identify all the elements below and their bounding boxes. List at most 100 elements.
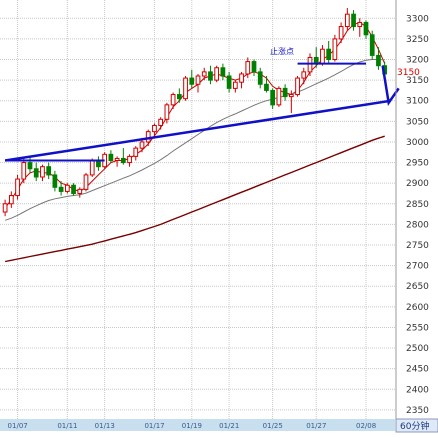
candle <box>220 63 226 81</box>
y-tick-label: 2650 <box>406 282 429 292</box>
candle-body <box>58 186 64 192</box>
candle <box>15 174 20 200</box>
x-tick-label: 01/11 <box>57 422 77 430</box>
candle-body <box>214 67 220 81</box>
y-tick-label: 2750 <box>406 241 429 251</box>
y-tick-label: 3300 <box>406 14 429 24</box>
candle <box>338 22 344 44</box>
y-tick-label: 2950 <box>406 159 429 169</box>
candle <box>214 65 220 83</box>
candle-body <box>164 104 170 120</box>
candle-body <box>176 94 182 100</box>
candle <box>96 156 101 171</box>
candle <box>320 45 325 66</box>
candle-body <box>208 71 213 81</box>
candle-body <box>226 75 232 89</box>
y-tick-label: 3250 <box>406 35 429 45</box>
candle-body <box>295 77 300 96</box>
candle-body <box>282 87 288 98</box>
x-tick-label: 01/07 <box>8 422 28 430</box>
candle-body <box>139 141 145 149</box>
moving-average-mid <box>4 59 385 221</box>
candle <box>251 59 257 77</box>
candle-body <box>307 56 313 73</box>
candle <box>152 123 157 138</box>
candle-body <box>183 77 188 100</box>
candle <box>357 18 363 37</box>
x-axis-tick-labels: 01/07 01/11 01/13 01/17 01/19 01/21 01/25 01/27… <box>8 422 377 430</box>
candle-body <box>89 160 95 176</box>
candle-body <box>357 21 363 28</box>
candle <box>77 187 83 198</box>
candle <box>33 162 39 182</box>
candle-body <box>83 174 89 190</box>
candle <box>71 183 76 196</box>
x-tick-label: 01/17 <box>144 422 164 430</box>
candle <box>232 80 238 93</box>
candle <box>201 67 207 81</box>
candle <box>8 191 14 208</box>
support-trendline <box>4 99 392 162</box>
candle-body <box>33 168 39 178</box>
candle-body <box>276 87 282 106</box>
y-tick-label: 2800 <box>406 220 429 230</box>
candle-body <box>301 71 307 79</box>
candle-body <box>145 131 151 143</box>
annotation-label: 止涨点 <box>270 46 294 56</box>
candle-body <box>127 155 132 164</box>
candle <box>239 71 244 89</box>
candle-body <box>344 13 350 28</box>
moving-average-slow <box>4 135 385 263</box>
candle <box>332 34 338 62</box>
candle-body <box>257 71 263 85</box>
candle-body <box>332 38 338 61</box>
y-tick-label: 3200 <box>406 56 429 66</box>
candle-body <box>195 75 201 85</box>
candle <box>158 117 164 130</box>
y-tick-label: 2400 <box>406 385 429 395</box>
candle <box>2 199 8 217</box>
candle-body <box>114 157 120 162</box>
candle <box>344 8 350 31</box>
y-tick-label: 2600 <box>406 303 429 313</box>
candle <box>295 76 300 97</box>
candle-body <box>64 184 70 192</box>
candle-body <box>77 188 83 194</box>
candle-body <box>245 61 251 75</box>
candle <box>282 84 288 101</box>
candle-body <box>264 83 269 91</box>
candle <box>189 69 195 89</box>
candle-body <box>108 153 114 162</box>
trendline-layer <box>4 62 400 162</box>
candle <box>114 156 120 167</box>
candle-body <box>376 54 381 67</box>
candle <box>183 76 188 101</box>
candle <box>83 172 89 192</box>
candle <box>307 53 313 77</box>
candle <box>27 156 33 173</box>
candle <box>108 150 114 163</box>
candle-body <box>40 166 45 178</box>
y-tick-label: 2700 <box>406 262 429 272</box>
candle <box>226 71 232 93</box>
period-label: 60分钟 <box>400 420 429 432</box>
y-tick-label: 3100 <box>406 97 429 107</box>
candle-body <box>158 118 164 126</box>
candle-body <box>8 195 14 205</box>
candle-body <box>288 94 294 98</box>
candle <box>257 67 263 89</box>
candle-body <box>133 147 139 157</box>
y-tick-label: 2550 <box>406 323 429 333</box>
x-tick-label: 01/19 <box>182 422 202 430</box>
candle <box>208 65 213 85</box>
x-tick-label: 01/21 <box>219 422 239 430</box>
candle-body <box>363 21 369 36</box>
y-tick-label: 2850 <box>406 200 429 210</box>
y-tick-label: 2450 <box>406 365 429 375</box>
x-tick-label: 02/08 <box>356 422 376 430</box>
candle <box>270 88 276 109</box>
candle-body <box>152 124 157 133</box>
candle <box>363 20 369 39</box>
candle-body <box>232 81 238 89</box>
candle <box>195 73 201 93</box>
